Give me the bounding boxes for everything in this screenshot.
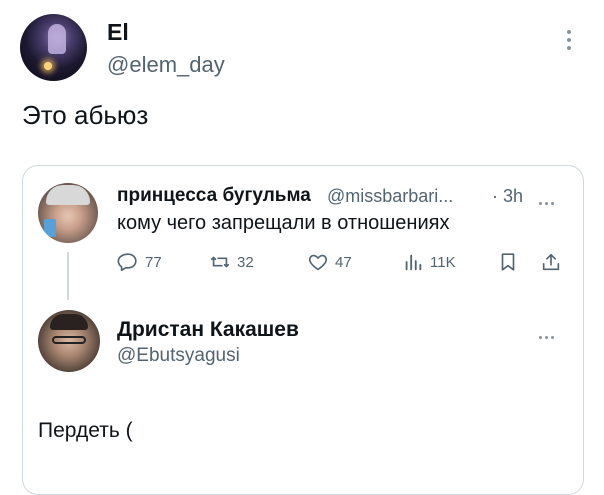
reply-text: Пердеть ( [38,419,133,442]
author-name[interactable]: El [107,19,129,46]
like-button[interactable]: 47 [307,251,352,273]
avatar-glasses [52,336,86,344]
avatar-hair [48,24,66,54]
bookmark-icon [501,253,515,271]
retweet-icon [210,256,230,268]
quoted-time[interactable]: · 3h [492,186,523,207]
tweet-text: Это абьюз [22,100,149,130]
more-icon[interactable] [539,326,561,339]
quoted-author-avatar[interactable] [38,183,98,243]
avatar-light [44,62,52,70]
retweet-count: 32 [237,253,254,271]
views-button[interactable]: 11K [402,251,456,273]
like-count: 47 [335,253,352,271]
retweet-button[interactable]: 32 [209,251,254,273]
heart-icon [308,254,328,271]
reply-button[interactable]: 77 [117,251,162,273]
avatar-hair [50,314,88,330]
reply-author-avatar[interactable] [38,310,100,372]
quoted-text: кому чего запрещали в отношениях [117,212,450,234]
more-icon[interactable] [561,30,577,54]
avatar-cap [46,185,90,205]
quoted-author-handle[interactable]: @missbarbari... [327,186,453,207]
reply-count: 77 [145,253,162,271]
views-chart-icon [405,254,422,271]
author-handle[interactable]: @elem_day [107,52,225,78]
share-icon [542,253,560,271]
bookmark-button[interactable] [497,251,525,273]
avatar-phone [44,219,56,237]
reply-author-name[interactable]: Дристан Какашев [117,318,299,342]
thread-line [67,252,69,300]
more-icon[interactable] [539,192,561,205]
reply-author-handle[interactable]: @Ebutsyagusi [117,345,240,367]
comment-icon [117,253,137,272]
quoted-author-name[interactable]: принцесса бугульма [117,185,311,207]
views-count: 11K [430,253,456,271]
author-avatar[interactable] [20,14,87,81]
share-button[interactable] [540,251,568,273]
